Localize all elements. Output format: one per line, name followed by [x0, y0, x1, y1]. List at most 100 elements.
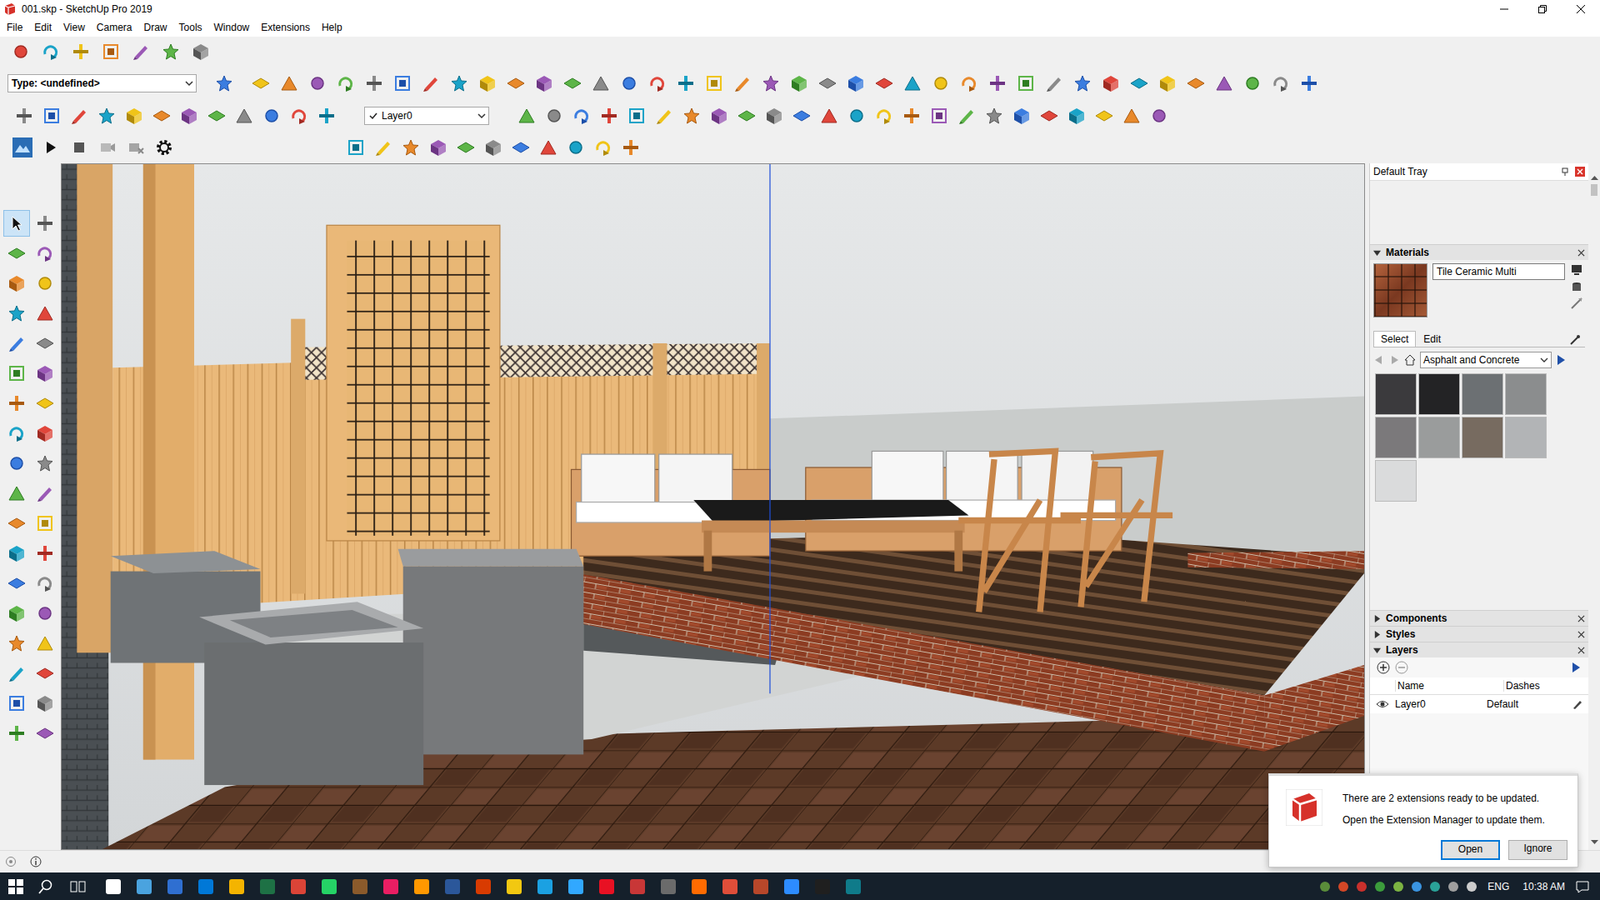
toolbar-button[interactable] [1013, 70, 1039, 96]
menu-item[interactable]: Help [315, 19, 349, 36]
create-material-icon[interactable] [1570, 280, 1584, 294]
close-button[interactable] [1561, 0, 1600, 19]
menu-item[interactable]: Camera [90, 19, 139, 36]
menu-item[interactable]: Window [208, 19, 256, 36]
toolbar-button[interactable] [618, 135, 644, 160]
toolbar-button[interactable] [231, 103, 257, 129]
toolbar-button[interactable] [560, 70, 585, 96]
tool-button[interactable] [31, 300, 59, 327]
tool-button[interactable] [3, 570, 30, 597]
system-tray-item[interactable] [1429, 880, 1441, 893]
system-tray-item[interactable] [1355, 880, 1368, 893]
details-arrow-icon[interactable] [1555, 354, 1567, 366]
taskbar-app[interactable] [195, 872, 216, 900]
taskbar-app[interactable] [504, 872, 525, 900]
eye-icon[interactable] [1375, 699, 1390, 710]
toolbar-button[interactable] [204, 103, 230, 129]
material-name-field[interactable]: Tile Ceramic Multi [1432, 263, 1565, 280]
taskbar-app[interactable] [473, 872, 494, 900]
taskbar-app[interactable] [750, 872, 771, 900]
taskbar-app[interactable] [165, 872, 185, 900]
toolbar-button[interactable] [1009, 103, 1035, 129]
taskbar-app[interactable] [535, 872, 555, 900]
material-swatch[interactable] [1418, 416, 1460, 459]
toolbar-button[interactable] [1126, 70, 1152, 96]
toolbar-button[interactable] [480, 135, 506, 160]
windows-start-icon[interactable] [8, 879, 24, 895]
taskbar-app[interactable] [226, 872, 247, 900]
toolbar-button[interactable] [176, 103, 202, 129]
toolbar-button[interactable] [94, 103, 120, 129]
toolbar-button[interactable] [418, 70, 444, 96]
tool-button[interactable] [3, 360, 30, 387]
toolbar-button[interactable] [569, 103, 595, 129]
toolbar-button[interactable] [314, 103, 340, 129]
tool-button[interactable] [3, 450, 30, 477]
section-header[interactable]: Components [1370, 610, 1589, 626]
scroll-thumb[interactable] [1590, 184, 1598, 196]
tool-button[interactable] [3, 660, 30, 687]
tool-button[interactable] [3, 210, 30, 237]
tool-button[interactable] [31, 690, 59, 717]
toolbar-button[interactable] [734, 103, 760, 129]
toolbar-button[interactable] [1098, 70, 1124, 96]
materials-tab[interactable]: Select [1373, 330, 1416, 347]
tool-button[interactable] [3, 390, 30, 417]
system-tray-item[interactable] [1447, 880, 1460, 893]
tool-button[interactable] [3, 270, 30, 297]
toolbar-button[interactable] [789, 103, 815, 129]
info-icon[interactable] [30, 855, 42, 868]
toolbar-button[interactable] [926, 103, 952, 129]
menu-item[interactable]: View [57, 19, 91, 36]
toolbar-button[interactable] [645, 70, 670, 96]
tool-button[interactable] [31, 330, 59, 357]
taskbar-app[interactable] [843, 872, 864, 900]
tool-button[interactable] [3, 480, 30, 507]
section-header[interactable]: Materials [1370, 244, 1589, 260]
tool-button[interactable] [3, 600, 30, 627]
forward-arrow-icon[interactable] [1388, 354, 1400, 366]
toolbar-button[interactable] [1070, 70, 1095, 96]
tool-button[interactable] [31, 360, 59, 387]
system-tray-item[interactable] [1374, 880, 1386, 893]
taskbar-app[interactable] [103, 872, 124, 900]
toolbar-button[interactable] [871, 103, 897, 129]
toolbar-button[interactable] [815, 70, 840, 96]
search-icon[interactable] [38, 879, 54, 895]
notification-button[interactable]: Ignore [1508, 840, 1568, 861]
tool-button[interactable] [31, 240, 59, 267]
toolbar-button[interactable] [446, 70, 472, 96]
taskbar-app[interactable] [257, 872, 278, 900]
type-dropdown[interactable]: Type: <undefined> [7, 74, 197, 93]
menu-item[interactable]: Extensions [255, 19, 316, 36]
play-button[interactable] [38, 135, 64, 160]
taskbar-app[interactable] [350, 872, 370, 900]
taskbar-app[interactable] [658, 872, 679, 900]
menu-item[interactable]: Tools [173, 19, 209, 36]
toolbar-button[interactable] [158, 39, 184, 65]
tool-button[interactable] [3, 690, 30, 717]
tool-button[interactable] [31, 660, 59, 687]
pin-icon[interactable] [1560, 166, 1570, 177]
toolbar-button[interactable] [370, 135, 396, 160]
toolbar-button[interactable] [508, 135, 534, 160]
toolbar-button[interactable] [1041, 70, 1067, 96]
stop-button[interactable] [66, 135, 92, 160]
toolbar-button[interactable] [211, 70, 237, 96]
toolbar-button[interactable] [843, 70, 869, 96]
toolbar-button[interactable] [761, 103, 787, 129]
taskbar-app[interactable] [319, 872, 340, 900]
toolbar-button[interactable] [475, 70, 500, 96]
toolbar-button[interactable] [596, 103, 622, 129]
toolbar-button[interactable] [981, 103, 1007, 129]
material-swatch[interactable] [1375, 373, 1417, 415]
taskbar-app[interactable] [627, 872, 648, 900]
toolbar-button[interactable] [900, 70, 925, 96]
system-tray-item[interactable] [1319, 880, 1331, 893]
toolbar-button[interactable] [563, 135, 589, 160]
eyedropper-icon[interactable] [1568, 333, 1582, 347]
close-icon[interactable] [1577, 646, 1585, 655]
toolbar-button[interactable] [390, 70, 415, 96]
tool-button[interactable] [3, 420, 30, 447]
tool-button[interactable] [3, 540, 30, 567]
